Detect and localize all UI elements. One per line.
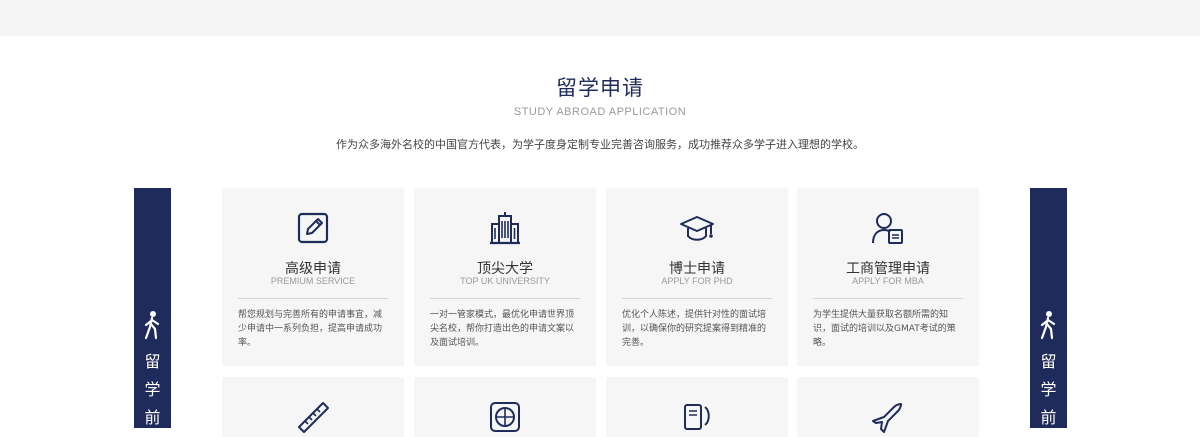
section-title: 留学申请 xyxy=(556,76,644,100)
card-subtitle: APPLY FOR MBA xyxy=(852,276,924,286)
person-document-icon xyxy=(872,213,903,244)
card-title: 高级申请 xyxy=(285,261,341,277)
graduation-cap-icon xyxy=(680,216,714,241)
section-subtitle: STUDY ABROAD APPLICATION xyxy=(513,106,687,118)
service-card-premium[interactable]: 高级申请 PREMIUM SERVICE 帮您规划与完善所有的申请事宜，减少申请… xyxy=(222,188,404,366)
card-title: 顶尖大学 xyxy=(477,261,533,277)
service-card-mba[interactable]: 工商管理申请 APPLY FOR MBA 为学生提供大量获取名额所需的知识，面试… xyxy=(797,188,979,366)
card-description: 一对一管家模式，最优化申请世界顶尖名校，帮你打造出色的申请文案以及面试培训。 xyxy=(430,310,575,348)
service-card-row2-1[interactable] xyxy=(222,377,404,437)
service-card-row2-2[interactable] xyxy=(414,377,596,437)
walking-person-icon xyxy=(144,311,160,340)
card-divider xyxy=(238,298,388,299)
service-card-row2-4[interactable] xyxy=(797,377,979,437)
card-description: 为学生提供大量获取名额所需的知识，面试的培训以及GMAT考试的策略。 xyxy=(813,310,956,348)
sidebar-left-tab[interactable]: 留 学 前 xyxy=(134,188,171,428)
phone-contact-icon xyxy=(684,404,710,430)
globe-icon xyxy=(490,402,520,432)
card-divider xyxy=(813,298,963,299)
card-subtitle: TOP UK UNIVERSITY xyxy=(460,276,550,286)
service-card-row2-3[interactable] xyxy=(606,377,788,437)
card-subtitle: APPLY FOR PHD xyxy=(661,276,733,286)
university-building-icon xyxy=(490,212,520,245)
card-description: 帮您规划与完善所有的申请事宜，减少申请中一系列负担，提高申请成功率。 xyxy=(238,310,383,348)
card-title: 博士申请 xyxy=(669,261,725,277)
sidebar-left-label: 留 学 前 xyxy=(144,352,161,427)
service-card-phd[interactable]: 博士申请 APPLY FOR PHD 优化个人陈述，提供针对性的面试培训，以确保… xyxy=(606,188,788,366)
sidebar-right-tab[interactable]: 留 学 前 xyxy=(1030,188,1067,428)
top-bar xyxy=(0,0,1200,36)
card-divider xyxy=(430,298,580,299)
walking-person-icon xyxy=(1040,311,1056,340)
airplane-icon xyxy=(872,403,902,433)
section-intro: 作为众多海外名校的中国官方代表，为学子度身定制专业完善咨询服务，成功推荐众多学子… xyxy=(336,138,864,151)
edit-document-icon xyxy=(297,212,329,244)
card-description: 优化个人陈述，提供针对性的面试培训，以确保你的研究提案得到精准的完善。 xyxy=(622,310,767,348)
service-card-top-university[interactable]: 顶尖大学 TOP UK UNIVERSITY 一对一管家模式，最优化申请世界顶尖… xyxy=(414,188,596,366)
card-divider xyxy=(622,298,772,299)
ruler-pencil-icon xyxy=(298,402,329,433)
sidebar-right-label: 留 学 前 xyxy=(1040,352,1057,427)
card-title: 工商管理申请 xyxy=(846,261,930,277)
card-subtitle: PREMIUM SERVICE xyxy=(270,276,356,286)
